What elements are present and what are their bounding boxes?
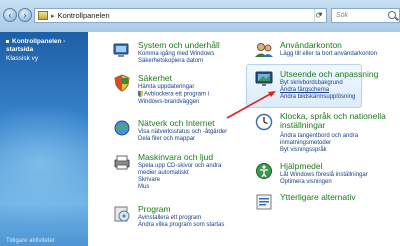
category-link[interactable]: Mus — [138, 184, 234, 191]
category-title[interactable]: Utseende och anpassning — [280, 69, 378, 79]
category-link[interactable]: Byt visningsspråk — [280, 147, 390, 154]
category-title[interactable]: Användarkonton — [280, 40, 342, 50]
category-link[interactable]: Avinstallera ett program — [138, 215, 224, 222]
category-title[interactable]: Säkerhet — [138, 73, 172, 83]
category-link[interactable]: Säkerhetskopiera datorn — [138, 58, 214, 65]
category-link[interactable]: Dela filer och mappar — [138, 136, 227, 143]
forward-button[interactable]: › — [18, 8, 32, 22]
programs-disc-icon — [114, 206, 130, 222]
category-link[interactable]: Byt skrivbordsbakgrund — [280, 80, 355, 87]
clock-globe-icon — [255, 113, 273, 131]
recent-tasks-heading: Tidigare aktiviteter — [6, 238, 55, 244]
sidebar-item-label: Klassisk vy — [6, 55, 39, 62]
additional-options-icon — [256, 194, 272, 210]
sidebar-item-home[interactable]: Kontrollpanelen - startsida — [0, 38, 88, 54]
sidebar: Kontrollpanelen - startsida Klassisk vy … — [0, 32, 88, 246]
category-link[interactable]: Komma igång med Windows — [138, 51, 214, 58]
address-field[interactable]: ▸ Kontrollpanelen ▼ — [34, 8, 327, 23]
category-title[interactable]: Nätverk och Internet — [138, 118, 215, 128]
category-title[interactable]: System och underhåll — [138, 40, 220, 50]
breadcrumb-chevron-icon[interactable]: ▸ — [51, 12, 55, 20]
control-panel-icon — [38, 11, 48, 20]
search-input[interactable]: Sök — [331, 8, 400, 23]
uac-shield-icon — [138, 91, 143, 97]
category-link[interactable]: Spela upp CD-skivor och andra medier aut… — [138, 163, 234, 177]
user-accounts-icon — [255, 43, 273, 57]
category-link[interactable]: Låt Windows föreslå inställningar — [280, 172, 368, 179]
bullet-icon — [6, 39, 9, 43]
address-bar: ‹ › ▸ Kontrollpanelen ▼ ⟳ Sök — [0, 0, 400, 32]
main-content: System och underhåll Komma igång med Win… — [88, 32, 400, 246]
search-icon[interactable] — [388, 11, 396, 19]
system-icon — [113, 43, 129, 57]
category-title[interactable]: Program — [138, 204, 171, 214]
category-title[interactable]: Maskinvara och ljud — [138, 152, 213, 162]
category-link[interactable]: Lägg till eller ta bort användarkonton — [280, 51, 377, 58]
sidebar-item-classic-view[interactable]: Klassisk vy — [0, 55, 88, 63]
category-title[interactable]: Ytterligare alternativ — [280, 192, 356, 202]
category-title[interactable]: Klocka, språk och nationella inställning… — [280, 112, 392, 130]
category-link-with-shield[interactable]: Avblockera ett program i Windows-brandvä… — [138, 91, 224, 106]
refresh-button[interactable]: ⟳ — [313, 9, 325, 22]
category-link[interactable]: Ändra tangentbord och andra inmatningsme… — [280, 133, 390, 147]
breadcrumb[interactable]: Kontrollpanelen — [58, 11, 110, 20]
category-link[interactable]: Visa nätverksstatus och -åtgärder — [138, 129, 227, 136]
back-button[interactable]: ‹ — [3, 8, 17, 22]
search-placeholder: Sök — [336, 12, 349, 19]
category-link[interactable]: Ändra vilka program som startas — [138, 222, 224, 229]
security-shield-icon — [114, 74, 130, 92]
hardware-printer-icon — [114, 155, 130, 170]
appearance-monitor-icon — [255, 71, 273, 86]
network-globe-icon — [114, 120, 130, 136]
category-link[interactable]: Optimera visningen — [280, 179, 368, 186]
sidebar-item-label: Kontrollpanelen - startsida — [6, 38, 66, 53]
category-link-label: Avblockera ett program i Windows-brandvä… — [138, 91, 209, 105]
category-link[interactable]: Hämta uppdateringar — [138, 84, 224, 91]
accessibility-icon — [256, 163, 272, 179]
category-link-color-scheme[interactable]: Ändra färgschema — [280, 87, 355, 94]
category-title[interactable]: Hjälpmedel — [280, 161, 323, 171]
category-link[interactable]: Skrivare — [138, 177, 234, 184]
category-link[interactable]: Ändra bildskärmsupplösning — [280, 94, 355, 101]
